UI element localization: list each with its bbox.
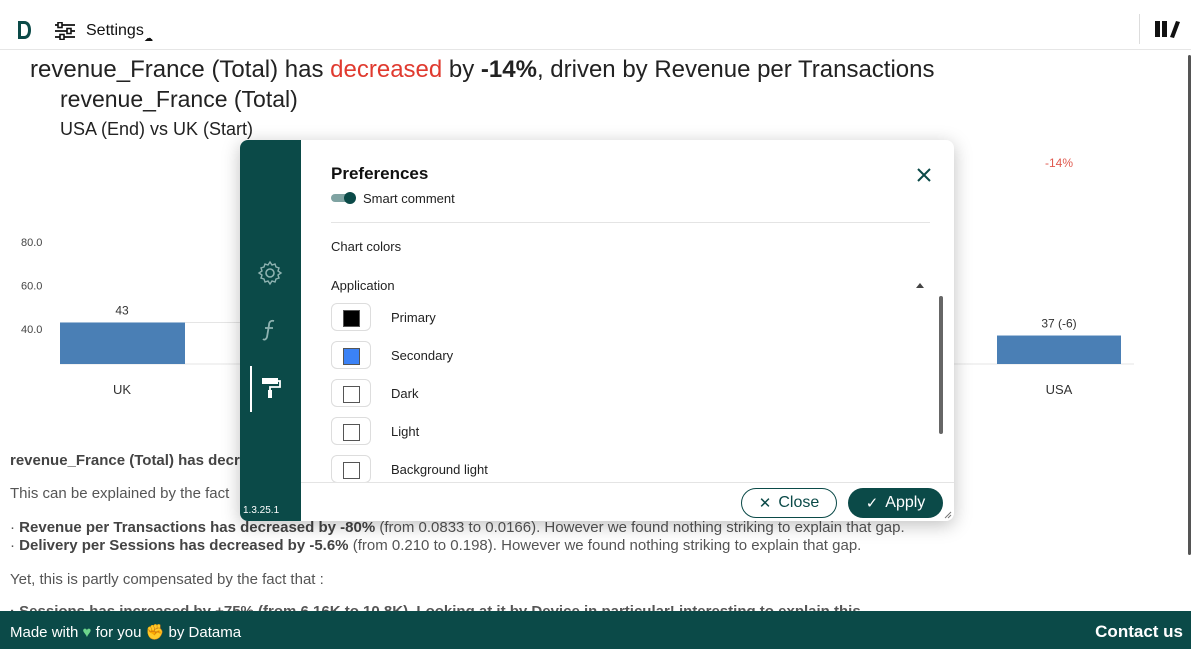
settings-button[interactable]: Settings ☁	[54, 18, 153, 44]
color-swatch	[343, 310, 360, 327]
chart-title: revenue_France (Total)	[60, 86, 298, 112]
color-swatch-button[interactable]	[331, 379, 371, 407]
heart-icon: ♥	[82, 624, 92, 641]
analysis-bullet-2: · Delivery per Sessions has decreased by…	[10, 537, 862, 554]
color-row-primary[interactable]: Primary	[331, 303, 891, 333]
application-section-label: Application	[331, 278, 395, 293]
color-name-label: Primary	[391, 310, 436, 325]
color-swatch-button[interactable]	[331, 303, 371, 331]
bullet2-detail: (from 0.210 to 0.198). However we found …	[348, 537, 862, 554]
modal-footer-divider	[301, 482, 954, 483]
headline-trend: decreased	[330, 56, 443, 83]
color-name-label: Light	[391, 424, 420, 439]
analysis-explained: This can be explained by the fact	[10, 485, 230, 502]
bullet2-metric: Delivery per Sessions has	[19, 537, 210, 554]
sliders-icon	[55, 22, 75, 40]
datama-logo-icon[interactable]	[16, 18, 32, 42]
color-swatch-button[interactable]	[331, 341, 371, 369]
bullet2-trend: decreased	[209, 537, 284, 554]
color-row-dark[interactable]: Dark	[331, 379, 891, 409]
books-icon[interactable]	[1154, 19, 1180, 39]
close-button-label: Close	[778, 494, 820, 511]
bullet1-delta: by -80%	[314, 519, 376, 536]
resize-grip-icon[interactable]	[944, 511, 952, 519]
apply-button[interactable]: ✓ Apply	[848, 488, 943, 518]
cloud-icon: ☁	[144, 33, 153, 43]
total-delta-label: -14%	[1045, 156, 1073, 170]
analysis-bullet-1: · Revenue per Transactions has decreased…	[10, 519, 905, 536]
for-you-text: for you	[95, 624, 142, 641]
contact-us-link[interactable]: Contact us	[1095, 622, 1183, 642]
color-list: Primary Secondary Dark Light Background ligh…	[331, 300, 931, 482]
check-icon: ✓	[865, 495, 879, 512]
x-category-label: USA	[1046, 382, 1073, 397]
color-row-light[interactable]: Light	[331, 417, 891, 447]
modal-title: Preferences	[331, 164, 429, 183]
bar-data-label: 43	[115, 303, 129, 317]
apply-button-label: Apply	[885, 494, 926, 511]
color-name-label: Dark	[391, 386, 419, 401]
close-icon[interactable]	[914, 165, 934, 185]
bullet2-delta: by -5.6%	[283, 537, 349, 554]
footer-credit: Made with ♥ for you ✊ by Datama	[10, 623, 241, 641]
bar-data-label: 37 (-6)	[1041, 317, 1076, 331]
paint-roller-icon[interactable]	[257, 375, 283, 401]
analysis-summary: revenue_France (Total) has decr	[10, 452, 240, 469]
bullet1-detail: (from 0.0833 to 0.0166). However we foun…	[375, 519, 905, 536]
y-tick-label: 40.0	[21, 324, 42, 336]
smart-comment-label: Smart comment	[363, 191, 455, 206]
close-button[interactable]: ✕ Close	[741, 488, 837, 518]
y-tick-label: 80.0	[21, 237, 42, 249]
bar-usa	[997, 335, 1121, 364]
bullet1-metric: Revenue per Transactions has	[19, 519, 241, 536]
preferences-modal: 1.3.25.1 Preferences Smart comment Chart…	[240, 140, 954, 521]
summary-text: revenue_France (Total) has	[10, 452, 209, 469]
by-datama-text: by Datama	[168, 624, 242, 641]
app-version: 1.3.25.1	[243, 505, 280, 516]
caret-up-icon[interactable]	[916, 283, 924, 288]
chart-comparison: USA (End) vs UK (Start)	[60, 119, 254, 139]
topbar-divider	[1139, 14, 1140, 44]
bar-uk	[60, 322, 185, 364]
sidebar-active-indicator	[250, 366, 252, 412]
fist-icon: ✊	[145, 624, 165, 641]
gear-icon[interactable]	[257, 260, 283, 286]
chart-colors-heading: Chart colors	[331, 239, 402, 254]
toggle-knob	[344, 192, 356, 204]
color-row-secondary[interactable]: Secondary	[331, 341, 891, 371]
color-list-scrollbar[interactable]	[939, 296, 943, 434]
color-swatch	[343, 462, 360, 479]
headline-text: revenue_France (Total) has	[30, 56, 331, 83]
function-icon[interactable]	[257, 317, 283, 343]
color-name-label: Background light	[391, 462, 488, 477]
footer: Made with ♥ for you ✊ by Datama Contact …	[0, 611, 1191, 649]
color-name-label: Secondary	[391, 348, 454, 363]
headline-delta: -14%	[480, 56, 537, 83]
y-tick-label: 60.0	[21, 281, 42, 293]
modal-sidebar: 1.3.25.1	[240, 140, 301, 521]
headline-driver: , driven by Revenue per Transactions	[536, 56, 935, 83]
color-swatch-button[interactable]	[331, 455, 371, 482]
made-with-text: Made with	[10, 624, 79, 641]
headline-text-by: by	[442, 56, 481, 83]
x-icon: ✕	[758, 495, 772, 512]
x-category-label: UK	[113, 382, 131, 397]
top-bar: Settings ☁	[0, 0, 1191, 50]
analysis-compensated: Yet, this is partly compensated by the f…	[10, 571, 324, 588]
settings-label: Settings	[86, 22, 144, 39]
color-swatch	[343, 424, 360, 441]
color-swatch	[343, 348, 360, 365]
color-row-background-light[interactable]: Background light	[331, 455, 891, 482]
smart-comment-toggle[interactable]	[331, 192, 356, 204]
modal-divider	[331, 222, 930, 223]
bullet1-trend: decreased	[240, 519, 315, 536]
insight-headline: revenue_France (Total) has decreased by …	[30, 56, 935, 84]
color-swatch	[343, 386, 360, 403]
summary-trend: decr	[208, 452, 240, 469]
color-swatch-button[interactable]	[331, 417, 371, 445]
